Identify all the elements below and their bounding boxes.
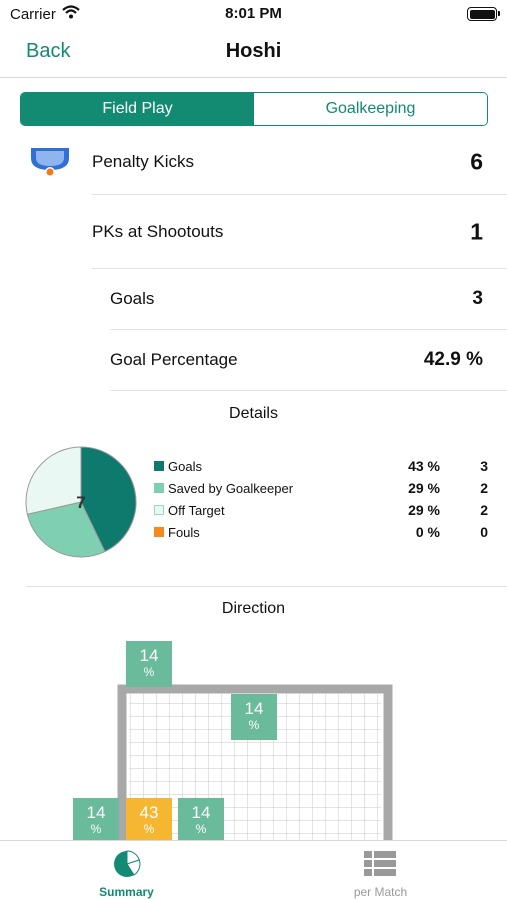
pks-at-shootouts-row: PKs at Shootouts 1	[92, 195, 507, 269]
pks-at-shootouts-value: 1	[470, 218, 483, 244]
zone-value: 14	[86, 803, 106, 822]
legend-label: Fouls	[168, 525, 200, 540]
goals-label: Goals	[110, 289, 155, 308]
tab-summary[interactable]: Summary	[0, 841, 253, 900]
direction-zone: 43 %	[126, 798, 172, 840]
direction-zone: 14 %	[126, 641, 172, 687]
segment-goalkeeping[interactable]: Goalkeeping	[254, 93, 487, 125]
tab-per-match[interactable]: per Match	[254, 841, 507, 900]
pie-center-count: 7	[76, 493, 85, 512]
legend-percent: 29 %	[408, 502, 440, 518]
zone-value: 14	[191, 803, 211, 822]
details-pie-chart: 7	[24, 445, 138, 564]
details-title: Details	[229, 405, 278, 422]
status-bar: Carrier 8:01 PM	[0, 0, 507, 30]
zone-value: 14	[139, 646, 159, 665]
legend-item: Fouls 0 % 0	[152, 523, 492, 545]
status-time: 8:01 PM	[225, 5, 282, 22]
direction-title: Direction	[221, 600, 286, 617]
goals-row: Goals 3	[110, 269, 507, 330]
page-title: Hoshi	[225, 40, 282, 62]
legend-swatch	[154, 483, 164, 493]
pie-chart-icon	[112, 849, 142, 884]
legend-swatch	[154, 505, 164, 515]
zone-value: 43	[139, 803, 159, 822]
legend-count: 0	[480, 524, 488, 540]
goal-percentage-label: Goal Percentage	[110, 350, 238, 369]
list-icon	[364, 851, 396, 882]
penalty-kicks-value: 6	[470, 148, 483, 175]
zone-unit: %	[195, 822, 207, 836]
penalty-kicks-row: Penalty Kicks 6	[92, 130, 507, 195]
legend-label: Off Target	[168, 503, 225, 518]
direction-zone: 14 %	[178, 798, 224, 840]
legend-swatch	[154, 461, 164, 471]
navigation-bar: Back Hoshi	[0, 30, 507, 78]
direction-zone: 14 %	[231, 694, 277, 740]
legend-item: Saved by Goalkeeper 29 % 2	[152, 479, 492, 501]
legend-count: 2	[480, 480, 488, 496]
legend-count: 2	[480, 502, 488, 518]
legend-label: Saved by Goalkeeper	[168, 481, 294, 496]
details-legend: Goals 43 % 3 Saved by Goalkeeper 29 % 2 …	[152, 457, 492, 545]
legend-percent: 0 %	[415, 524, 440, 540]
penalty-kicks-label: Penalty Kicks	[92, 152, 195, 171]
zone-unit: %	[90, 822, 102, 836]
segment-field-play[interactable]: Field Play	[21, 93, 254, 125]
zone-value: 14	[244, 699, 264, 718]
direction-goal-map: 14 % 14 % 14 % 43 % 14 %	[0, 625, 507, 840]
legend-item: Off Target 29 % 2	[152, 501, 492, 523]
pie-slice	[25, 446, 82, 515]
legend-count: 3	[480, 458, 488, 474]
legend-item: Goals 43 % 3	[152, 457, 492, 479]
direction-zone: 14 %	[73, 798, 119, 840]
goals-value: 3	[472, 288, 483, 309]
tab-per-match-label: per Match	[353, 885, 408, 899]
tab-summary-label: Summary	[99, 885, 154, 899]
legend-percent: 29 %	[408, 480, 440, 496]
goal-percentage-row: Goal Percentage 42.9 %	[110, 330, 507, 391]
battery-icon	[467, 7, 500, 21]
section-divider	[26, 586, 507, 587]
zone-unit: %	[143, 822, 155, 836]
tab-bar: Summary per Match	[0, 840, 507, 900]
pks-at-shootouts-label: PKs at Shootouts	[92, 221, 224, 241]
goal-net-icon	[30, 146, 70, 183]
legend-percent: 43 %	[408, 458, 440, 474]
zone-unit: %	[248, 718, 260, 732]
legend-swatch	[154, 527, 164, 537]
goal-percentage-value: 42.9 %	[423, 349, 483, 370]
legend-label: Goals	[168, 459, 202, 474]
mode-segmented-control: Field Play Goalkeeping	[20, 92, 488, 126]
zone-unit: %	[143, 665, 155, 679]
